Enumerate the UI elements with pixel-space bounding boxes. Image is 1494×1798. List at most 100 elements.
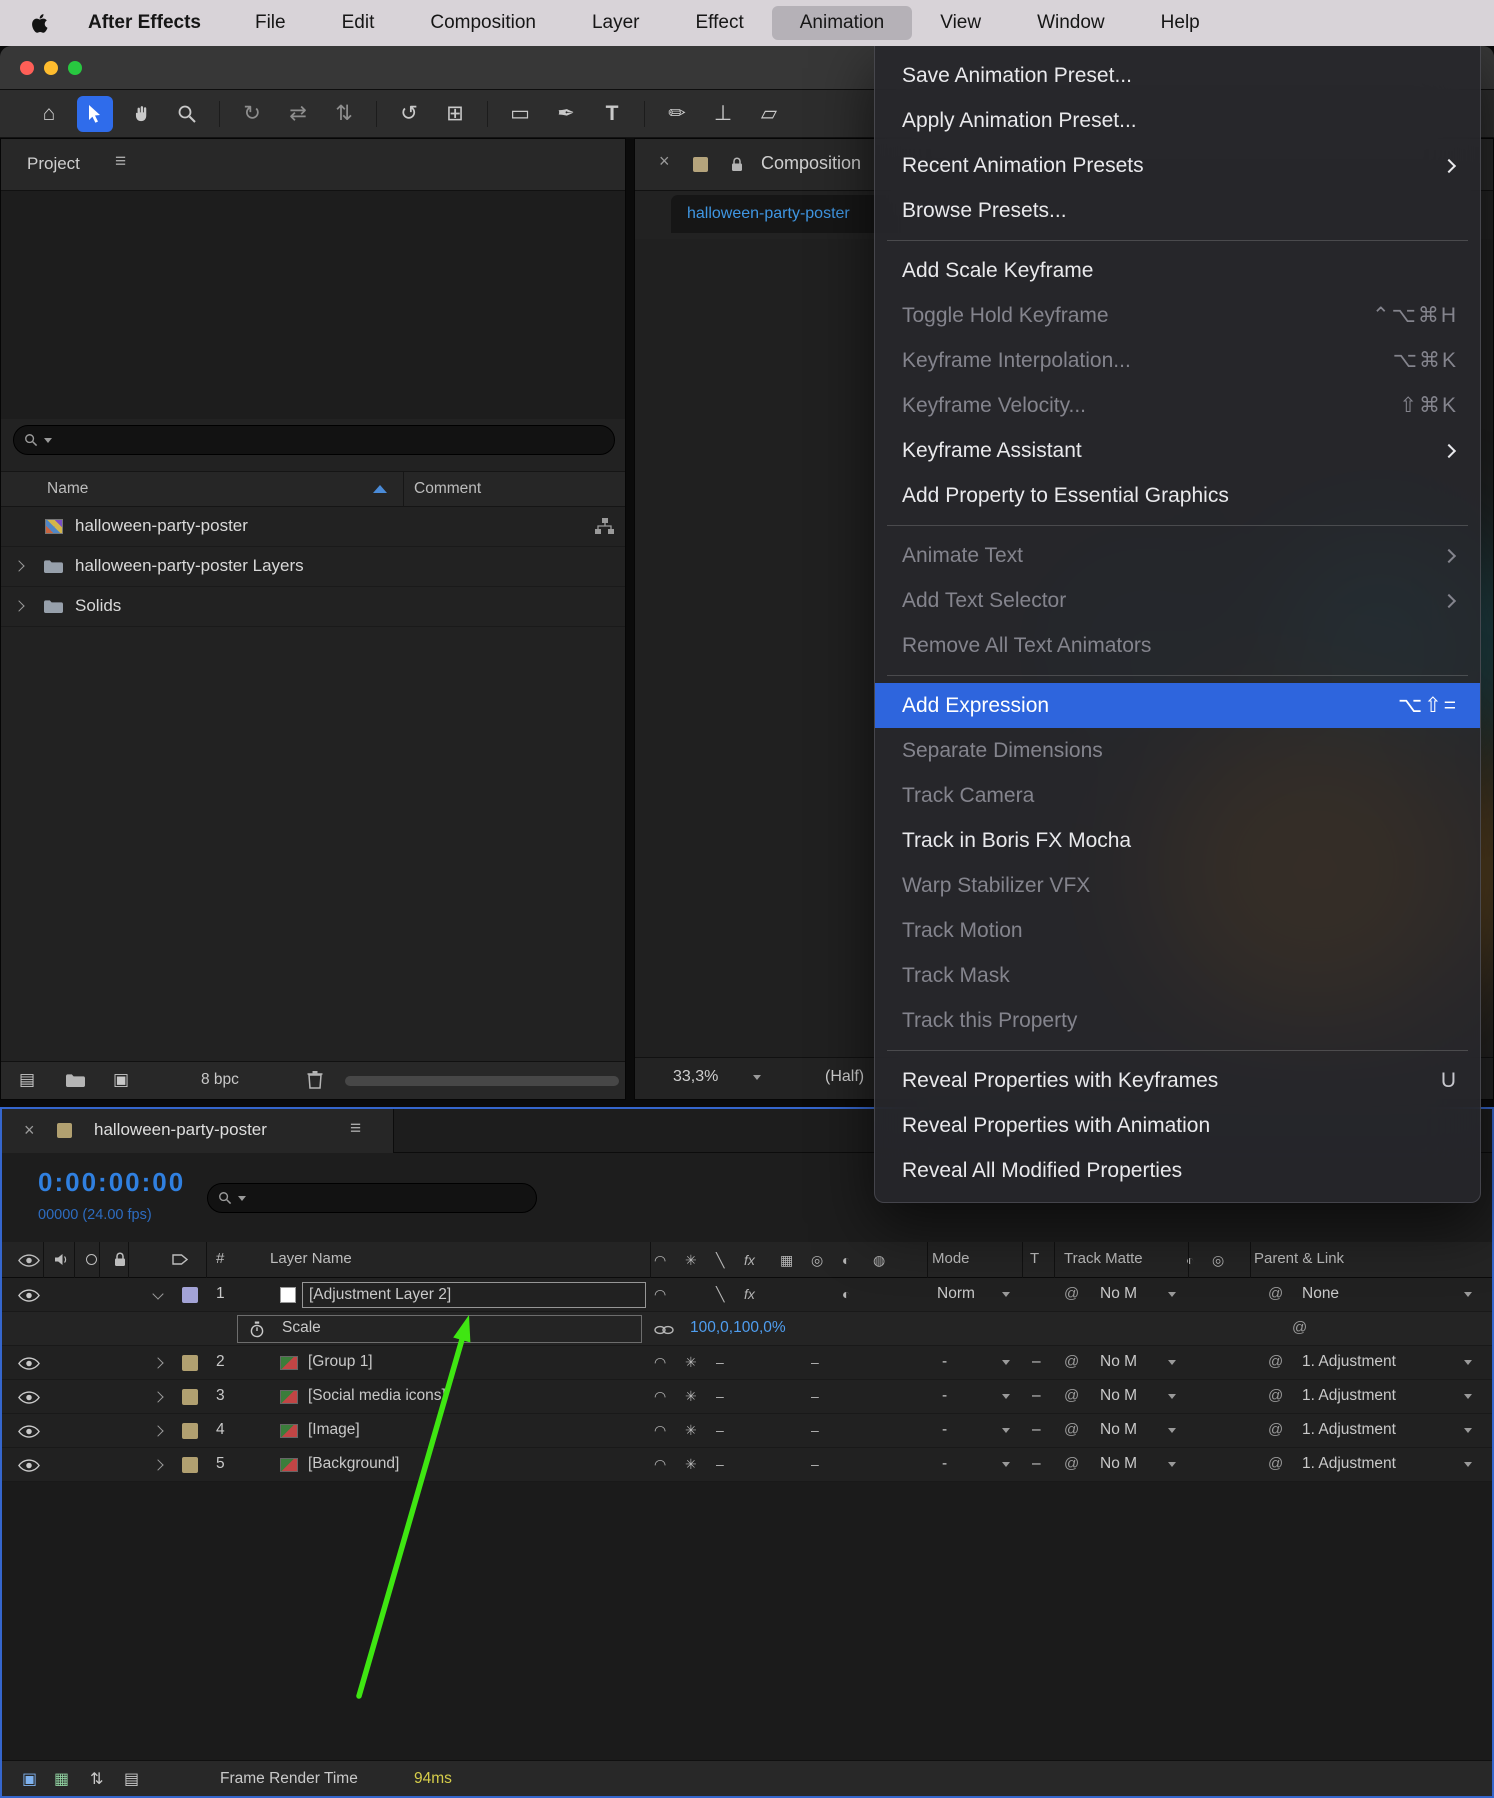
new-composition-icon[interactable]: ▣ bbox=[113, 1070, 129, 1090]
motion-blur-column-icon[interactable]: ◎ bbox=[811, 1252, 823, 1269]
matte-invert-icon[interactable]: ◎ bbox=[1212, 1252, 1224, 1269]
menu-item-track-in-boris-fx-mocha[interactable]: Track in Boris FX Mocha bbox=[875, 818, 1480, 863]
blend-mode-dropdown[interactable]: - bbox=[942, 1353, 947, 1371]
zoom-tool-icon[interactable] bbox=[164, 96, 210, 132]
preserve-transparency-toggle[interactable]: – bbox=[1032, 1421, 1041, 1439]
menu-item-add-property-to-essential-graphics[interactable]: Add Property to Essential Graphics bbox=[875, 473, 1480, 518]
layer-label-swatch[interactable] bbox=[182, 1355, 198, 1371]
track-matte-dropdown[interactable]: No M bbox=[1100, 1421, 1137, 1439]
column-comment[interactable]: Comment bbox=[414, 480, 481, 498]
menu-item-reveal-properties-with-keyframes[interactable]: Reveal Properties with KeyframesU bbox=[875, 1058, 1480, 1103]
toggle-switches-icon[interactable]: ▦ bbox=[54, 1769, 69, 1789]
expand-layer-chevron-icon[interactable] bbox=[152, 1391, 163, 1402]
layer-row-1[interactable]: 1 [Adjustment Layer 2] ◠ ╲ fx ◐ Norm @ N… bbox=[2, 1278, 1492, 1312]
eye-icon[interactable] bbox=[18, 1459, 40, 1472]
collapse-toggle-icon[interactable]: ✳ bbox=[685, 1456, 697, 1473]
resolution-dropdown[interactable]: (Half) bbox=[825, 1068, 864, 1086]
brush-tool-icon[interactable]: ✏ bbox=[654, 96, 700, 132]
toggle-transfer-controls-icon[interactable]: ⇅ bbox=[90, 1769, 103, 1789]
parent-dropdown[interactable]: 1. Adjustment bbox=[1302, 1421, 1396, 1439]
project-row-composition[interactable]: halloween-party-poster bbox=[1, 507, 625, 547]
interpret-footage-icon[interactable]: ▤ bbox=[19, 1070, 35, 1090]
motion-blur-toggle-icon[interactable]: – bbox=[811, 1422, 819, 1438]
eye-icon[interactable] bbox=[18, 1289, 40, 1302]
panel-menu-icon[interactable]: ≡ bbox=[350, 1118, 361, 1140]
close-window-button[interactable] bbox=[20, 61, 34, 75]
clone-stamp-tool-icon[interactable]: ⊥ bbox=[700, 96, 746, 132]
app-menu-title[interactable]: After Effects bbox=[62, 6, 227, 40]
menu-file[interactable]: File bbox=[227, 6, 314, 40]
eraser-tool-icon[interactable]: ▱ bbox=[746, 96, 792, 132]
selection-tool-icon[interactable] bbox=[77, 96, 113, 132]
layer-label-swatch[interactable] bbox=[182, 1287, 198, 1303]
matte-pick-whip-icon[interactable]: @ bbox=[1064, 1421, 1079, 1438]
collapse-layer-chevron-icon[interactable] bbox=[152, 1288, 163, 1299]
preserve-transparency-toggle[interactable]: – bbox=[1032, 1455, 1041, 1473]
quality-toggle-icon[interactable]: – bbox=[716, 1354, 724, 1370]
layer-label-swatch[interactable] bbox=[182, 1389, 198, 1405]
composition-tab[interactable]: Composition bbox=[761, 153, 861, 174]
parent-pick-whip-icon[interactable]: @ bbox=[1268, 1387, 1283, 1404]
matte-pick-whip-icon[interactable]: @ bbox=[1064, 1455, 1079, 1472]
orbit-camera-tool-icon[interactable]: ↻ bbox=[229, 96, 275, 132]
shy-toggle-icon[interactable]: ◠ bbox=[654, 1388, 666, 1405]
index-column[interactable]: # bbox=[216, 1250, 224, 1267]
pen-tool-icon[interactable]: ✒ bbox=[543, 96, 589, 132]
menu-item-add-scale-keyframe[interactable]: Add Scale Keyframe bbox=[875, 248, 1480, 293]
stopwatch-icon[interactable] bbox=[250, 1321, 264, 1338]
collapse-toggle-icon[interactable]: ✳ bbox=[685, 1422, 697, 1439]
close-tab-icon[interactable]: × bbox=[24, 1120, 35, 1141]
parent-dropdown[interactable]: None bbox=[1302, 1285, 1339, 1303]
shy-toggle-icon[interactable]: ◠ bbox=[654, 1354, 666, 1371]
column-name[interactable]: Name bbox=[47, 480, 88, 498]
frame-blend-column-icon[interactable]: ▦ bbox=[780, 1252, 793, 1269]
menu-window[interactable]: Window bbox=[1009, 6, 1133, 40]
blend-mode-dropdown[interactable]: - bbox=[942, 1455, 947, 1473]
shy-toggle-icon[interactable]: ◠ bbox=[654, 1422, 666, 1439]
mode-column[interactable]: Mode bbox=[932, 1250, 970, 1267]
project-row-folder-solids[interactable]: Solids bbox=[1, 587, 625, 627]
close-tab-icon[interactable]: × bbox=[659, 151, 670, 172]
horizontal-scrollbar[interactable] bbox=[345, 1076, 619, 1086]
layer-row-2[interactable]: 2 [Group 1] ◠ ✳ – – - – @ No M @ 1. Adju… bbox=[2, 1346, 1492, 1380]
motion-blur-toggle-icon[interactable]: – bbox=[811, 1388, 819, 1404]
menu-item-add-expression[interactable]: Add Expression⌥⇧= bbox=[875, 683, 1480, 728]
menu-item-save-animation-preset[interactable]: Save Animation Preset... bbox=[875, 53, 1480, 98]
menu-item-reveal-all-modified-properties[interactable]: Reveal All Modified Properties bbox=[875, 1148, 1480, 1193]
parent-pick-whip-icon[interactable]: @ bbox=[1268, 1285, 1283, 1302]
shy-column-icon[interactable]: ◠ bbox=[654, 1252, 666, 1269]
parent-dropdown[interactable]: 1. Adjustment bbox=[1302, 1387, 1396, 1405]
composition-mini-flowchart-icon[interactable]: ▣ bbox=[22, 1769, 37, 1789]
blend-mode-dropdown[interactable]: - bbox=[942, 1387, 947, 1405]
collapse-column-icon[interactable]: ✳ bbox=[685, 1252, 697, 1269]
expand-layer-chevron-icon[interactable] bbox=[152, 1357, 163, 1368]
matte-pick-whip-icon[interactable]: @ bbox=[1064, 1285, 1079, 1302]
trash-icon[interactable] bbox=[307, 1070, 323, 1089]
track-matte-dropdown[interactable]: No M bbox=[1100, 1353, 1137, 1371]
t-column[interactable]: T bbox=[1030, 1250, 1039, 1267]
quality-toggle-icon[interactable]: – bbox=[716, 1388, 724, 1404]
track-matte-column[interactable]: Track Matte bbox=[1064, 1250, 1143, 1267]
shy-toggle-icon[interactable]: ◠ bbox=[654, 1456, 666, 1473]
parent-link-column[interactable]: Parent & Link bbox=[1254, 1250, 1344, 1267]
eye-icon[interactable] bbox=[18, 1391, 40, 1404]
preserve-transparency-toggle[interactable]: – bbox=[1032, 1353, 1041, 1371]
timeline-search-input[interactable] bbox=[207, 1183, 537, 1213]
parent-pick-whip-icon[interactable]: @ bbox=[1268, 1421, 1283, 1438]
bit-depth-button[interactable]: 8 bpc bbox=[201, 1071, 239, 1089]
dimension-link-icon[interactable] bbox=[654, 1325, 674, 1335]
fx-toggle-icon[interactable]: fx bbox=[744, 1286, 755, 1302]
fx-column-icon[interactable]: fx bbox=[744, 1252, 755, 1268]
rectangle-tool-icon[interactable]: ▭ bbox=[497, 96, 543, 132]
home-icon[interactable]: ⌂ bbox=[26, 96, 72, 132]
shy-toggle-icon[interactable]: ◠ bbox=[654, 1286, 666, 1303]
matte-pick-whip-icon[interactable]: @ bbox=[1064, 1387, 1079, 1404]
preserve-transparency-toggle[interactable]: – bbox=[1032, 1387, 1041, 1405]
parent-pick-whip-icon[interactable]: @ bbox=[1268, 1455, 1283, 1472]
quality-toggle-icon[interactable]: – bbox=[716, 1456, 724, 1472]
eye-icon[interactable] bbox=[18, 1425, 40, 1438]
layer-label-swatch[interactable] bbox=[182, 1423, 198, 1439]
matte-pick-whip-icon[interactable]: @ bbox=[1064, 1353, 1079, 1370]
video-column-eye-icon[interactable] bbox=[18, 1254, 40, 1267]
rotation-tool-icon[interactable]: ↺ bbox=[386, 96, 432, 132]
